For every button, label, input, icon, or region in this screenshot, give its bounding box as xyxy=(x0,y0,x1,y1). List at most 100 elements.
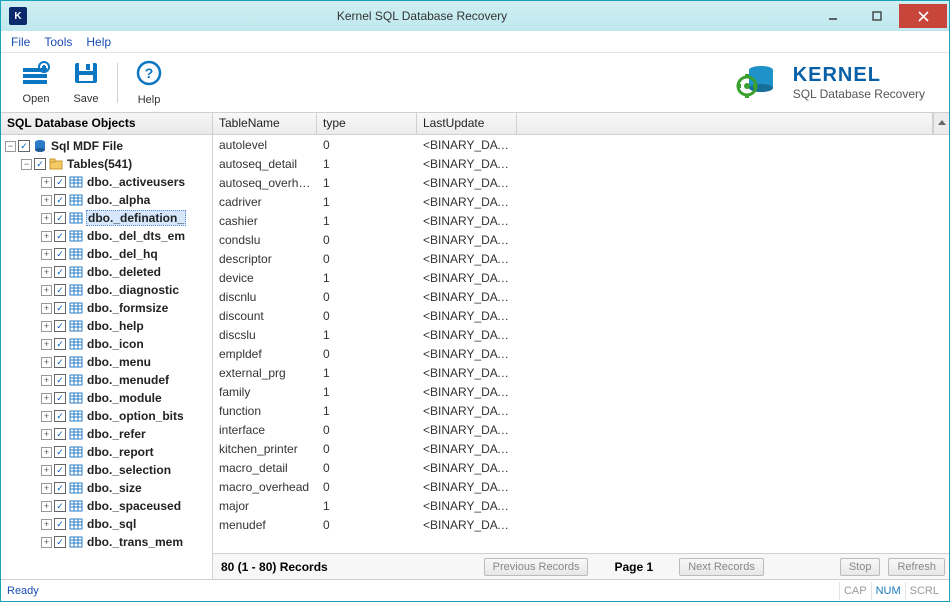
save-button[interactable]: Save xyxy=(61,55,111,111)
tree-table-item[interactable]: +✓dbo._del_dts_em xyxy=(5,227,212,245)
checkbox-icon[interactable]: ✓ xyxy=(54,212,66,224)
tree-table-item[interactable]: +✓dbo._spaceused xyxy=(5,497,212,515)
tree-table-item[interactable]: +✓dbo._icon xyxy=(5,335,212,353)
table-row[interactable]: major1<BINARY_DAT... xyxy=(213,496,949,515)
expand-icon[interactable]: + xyxy=(41,393,52,404)
expand-icon[interactable]: + xyxy=(41,357,52,368)
table-row[interactable]: interface0<BINARY_DAT... xyxy=(213,420,949,439)
expand-icon[interactable]: + xyxy=(41,321,52,332)
checkbox-icon[interactable]: ✓ xyxy=(54,392,66,404)
stop-button[interactable]: Stop xyxy=(840,558,881,576)
tree-tables-node[interactable]: −✓Tables(541) xyxy=(5,155,212,173)
checkbox-icon[interactable]: ✓ xyxy=(54,446,66,458)
previous-records-button[interactable]: Previous Records xyxy=(484,558,589,576)
checkbox-icon[interactable]: ✓ xyxy=(54,266,66,278)
table-row[interactable]: macro_overhead0<BINARY_DAT... xyxy=(213,477,949,496)
table-row[interactable]: autoseq_overhe...1<BINARY_DAT... xyxy=(213,173,949,192)
checkbox-icon[interactable]: ✓ xyxy=(54,194,66,206)
tree-table-item[interactable]: +✓dbo._menudef xyxy=(5,371,212,389)
table-row[interactable]: cadriver1<BINARY_DAT... xyxy=(213,192,949,211)
table-row[interactable]: function1<BINARY_DAT... xyxy=(213,401,949,420)
checkbox-icon[interactable]: ✓ xyxy=(54,428,66,440)
scrollbar-up-icon[interactable] xyxy=(933,113,949,134)
expand-icon[interactable]: + xyxy=(41,483,52,494)
table-row[interactable]: device1<BINARY_DAT... xyxy=(213,268,949,287)
expand-icon[interactable]: + xyxy=(41,429,52,440)
expand-icon[interactable]: + xyxy=(41,411,52,422)
table-row[interactable]: family1<BINARY_DAT... xyxy=(213,382,949,401)
tree-root[interactable]: −✓Sql MDF File xyxy=(5,137,212,155)
collapse-icon[interactable]: − xyxy=(21,159,32,170)
checkbox-icon[interactable]: ✓ xyxy=(54,536,66,548)
close-button[interactable] xyxy=(899,4,947,28)
expand-icon[interactable]: + xyxy=(41,177,52,188)
expand-icon[interactable]: + xyxy=(41,195,52,206)
tree-table-item[interactable]: +✓dbo._help xyxy=(5,317,212,335)
next-records-button[interactable]: Next Records xyxy=(679,558,764,576)
checkbox-icon[interactable]: ✓ xyxy=(54,284,66,296)
checkbox-icon[interactable]: ✓ xyxy=(18,140,30,152)
table-row[interactable]: discount0<BINARY_DAT... xyxy=(213,306,949,325)
expand-icon[interactable]: + xyxy=(41,465,52,476)
expand-icon[interactable]: + xyxy=(41,231,52,242)
table-row[interactable]: kitchen_printer0<BINARY_DAT... xyxy=(213,439,949,458)
table-row[interactable]: empldef0<BINARY_DAT... xyxy=(213,344,949,363)
tree-table-item[interactable]: +✓dbo._report xyxy=(5,443,212,461)
expand-icon[interactable]: + xyxy=(41,339,52,350)
checkbox-icon[interactable]: ✓ xyxy=(54,482,66,494)
refresh-button[interactable]: Refresh xyxy=(888,558,945,576)
table-row[interactable]: menudef0<BINARY_DAT... xyxy=(213,515,949,534)
maximize-button[interactable] xyxy=(855,4,899,28)
table-row[interactable]: discslu1<BINARY_DAT... xyxy=(213,325,949,344)
menu-tools[interactable]: Tools xyxy=(44,35,72,49)
column-header-tablename[interactable]: TableName xyxy=(213,113,317,134)
tree-table-item[interactable]: +✓dbo._sql xyxy=(5,515,212,533)
minimize-button[interactable] xyxy=(811,4,855,28)
tree-table-item[interactable]: +✓dbo._selection xyxy=(5,461,212,479)
expand-icon[interactable]: + xyxy=(41,249,52,260)
expand-icon[interactable]: + xyxy=(41,447,52,458)
checkbox-icon[interactable]: ✓ xyxy=(54,374,66,386)
expand-icon[interactable]: + xyxy=(41,303,52,314)
checkbox-icon[interactable]: ✓ xyxy=(54,464,66,476)
checkbox-icon[interactable]: ✓ xyxy=(54,302,66,314)
menu-help[interactable]: Help xyxy=(86,35,111,49)
tree-table-item[interactable]: +✓dbo._activeusers xyxy=(5,173,212,191)
menu-file[interactable]: File xyxy=(11,35,30,49)
expand-icon[interactable]: + xyxy=(41,213,52,224)
column-header-lastupdate[interactable]: LastUpdate xyxy=(417,113,517,134)
help-button[interactable]: ? Help xyxy=(124,55,174,111)
table-row[interactable]: discnlu0<BINARY_DAT... xyxy=(213,287,949,306)
tree-table-item[interactable]: +✓dbo._refer xyxy=(5,425,212,443)
checkbox-icon[interactable]: ✓ xyxy=(54,500,66,512)
tree-table-item[interactable]: +✓dbo._alpha xyxy=(5,191,212,209)
checkbox-icon[interactable]: ✓ xyxy=(54,230,66,242)
tree-table-item[interactable]: +✓dbo._diagnostic xyxy=(5,281,212,299)
grid-body[interactable]: autolevel0<BINARY_DAT...autoseq_detail1<… xyxy=(213,135,949,553)
checkbox-icon[interactable]: ✓ xyxy=(54,356,66,368)
checkbox-icon[interactable]: ✓ xyxy=(34,158,46,170)
expand-icon[interactable]: + xyxy=(41,519,52,530)
table-row[interactable]: autolevel0<BINARY_DAT... xyxy=(213,135,949,154)
open-button[interactable]: Open xyxy=(11,55,61,111)
expand-icon[interactable]: + xyxy=(41,501,52,512)
checkbox-icon[interactable]: ✓ xyxy=(54,338,66,350)
collapse-icon[interactable]: − xyxy=(5,141,16,152)
table-row[interactable]: autoseq_detail1<BINARY_DAT... xyxy=(213,154,949,173)
table-row[interactable]: condslu0<BINARY_DAT... xyxy=(213,230,949,249)
expand-icon[interactable]: + xyxy=(41,267,52,278)
table-row[interactable]: cashier1<BINARY_DAT... xyxy=(213,211,949,230)
checkbox-icon[interactable]: ✓ xyxy=(54,320,66,332)
tree-table-item[interactable]: +✓dbo._module xyxy=(5,389,212,407)
tree-table-item[interactable]: +✓dbo._size xyxy=(5,479,212,497)
object-tree[interactable]: −✓Sql MDF File−✓Tables(541)+✓dbo._active… xyxy=(1,135,212,579)
table-row[interactable]: descriptor0<BINARY_DAT... xyxy=(213,249,949,268)
column-header-type[interactable]: type xyxy=(317,113,417,134)
table-row[interactable]: macro_detail0<BINARY_DAT... xyxy=(213,458,949,477)
tree-table-item[interactable]: +✓dbo._menu xyxy=(5,353,212,371)
checkbox-icon[interactable]: ✓ xyxy=(54,248,66,260)
tree-table-item[interactable]: +✓dbo._trans_mem xyxy=(5,533,212,551)
expand-icon[interactable]: + xyxy=(41,375,52,386)
checkbox-icon[interactable]: ✓ xyxy=(54,410,66,422)
tree-table-item[interactable]: +✓dbo._formsize xyxy=(5,299,212,317)
